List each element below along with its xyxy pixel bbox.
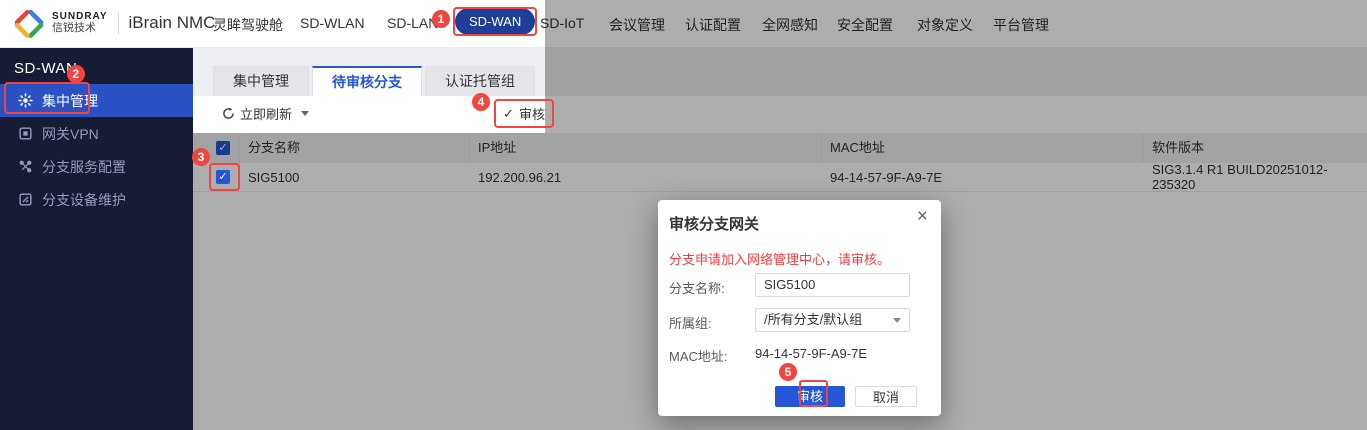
- branch-service-icon: [18, 159, 33, 174]
- device-maintenance-icon: [18, 192, 33, 207]
- company-name: SUNDRAY: [52, 11, 108, 22]
- field-label-branch-name: 分支名称:: [669, 278, 725, 297]
- approve-branch-modal: 审核分支网关 × 分支申请加入网络管理中心，请审核。 分支名称: SIG5100…: [658, 200, 941, 416]
- field-label-mac: MAC地址:: [669, 346, 728, 365]
- close-icon[interactable]: ×: [917, 207, 928, 226]
- field-label-group: 所属组:: [669, 313, 712, 332]
- company-name-cn: 信锐技术: [52, 22, 108, 34]
- tab-auth-hosting-group[interactable]: 认证托管组: [425, 66, 535, 96]
- modal-dim-overlay-table: [193, 133, 545, 430]
- cancel-button[interactable]: 取消: [855, 386, 917, 407]
- row-checkbox[interactable]: ✓: [216, 170, 230, 184]
- sidebar-item-label: 分支服务配置: [42, 157, 126, 177]
- product-name: iBrain NMC: [129, 13, 216, 33]
- mac-value: 94-14-57-9F-A9-7E: [755, 346, 867, 361]
- tab-pending-branches[interactable]: 待审核分支: [312, 66, 422, 96]
- refresh-label: 立即刷新: [240, 104, 292, 123]
- brand-logo: SUNDRAY 信锐技术 iBrain NMC: [13, 7, 215, 39]
- refresh-button[interactable]: 立即刷新: [222, 104, 309, 123]
- sidebar-item-branch-device-maintenance[interactable]: 分支设备维护: [0, 183, 193, 216]
- sidebar-item-label: 网关VPN: [42, 124, 99, 144]
- sidebar-item-label: 分支设备维护: [42, 190, 126, 210]
- select-caret-down-icon: [893, 318, 901, 323]
- sidebar-title: SD-WAN 2: [0, 48, 193, 84]
- caret-down-icon: [301, 111, 309, 116]
- modal-actions: 审核 5 取消: [775, 386, 917, 407]
- annotation-badge-5: 5: [779, 363, 797, 381]
- group-select[interactable]: /所有分支/默认组: [755, 308, 910, 332]
- modal-title: 审核分支网关: [669, 213, 759, 234]
- sidebar-item-gateway-vpn[interactable]: 网关VPN: [0, 117, 193, 150]
- topnav-item-sd-wlan[interactable]: SD-WLAN: [300, 15, 365, 31]
- sidebar: SD-WAN 2 集中管理 网关VPN: [0, 48, 193, 430]
- topnav-item-sd-wan[interactable]: SD-WAN 1: [455, 8, 535, 35]
- sidebar-item-branch-service-config[interactable]: 分支服务配置: [0, 150, 193, 183]
- sidebar-item-label: 集中管理: [42, 91, 98, 111]
- approve-label: 审核: [519, 104, 545, 123]
- gateway-icon: [18, 126, 33, 141]
- topnav-item-sd-lan[interactable]: SD-LAN: [387, 15, 438, 31]
- row-checkbox-cell: ✓ 3: [193, 163, 240, 191]
- sidebar-item-central-management[interactable]: 集中管理: [0, 84, 193, 117]
- approve-confirm-button[interactable]: 审核 5: [775, 386, 845, 407]
- tab-central-management[interactable]: 集中管理: [213, 66, 309, 96]
- approve-toolbar-button[interactable]: ✓ 审核 4: [496, 101, 552, 126]
- annotation-badge-4: 4: [472, 93, 490, 111]
- refresh-icon: [222, 107, 235, 120]
- logo-divider: [118, 12, 119, 34]
- gear-icon: [18, 93, 33, 108]
- check-icon: ✓: [503, 106, 514, 122]
- modal-message: 分支申请加入网络管理中心，请审核。: [669, 249, 890, 268]
- sundray-logo-icon: [13, 7, 45, 39]
- branch-name-input[interactable]: SIG5100: [755, 273, 910, 297]
- topnav-item-cockpit[interactable]: 灵眸驾驶舱: [213, 15, 283, 35]
